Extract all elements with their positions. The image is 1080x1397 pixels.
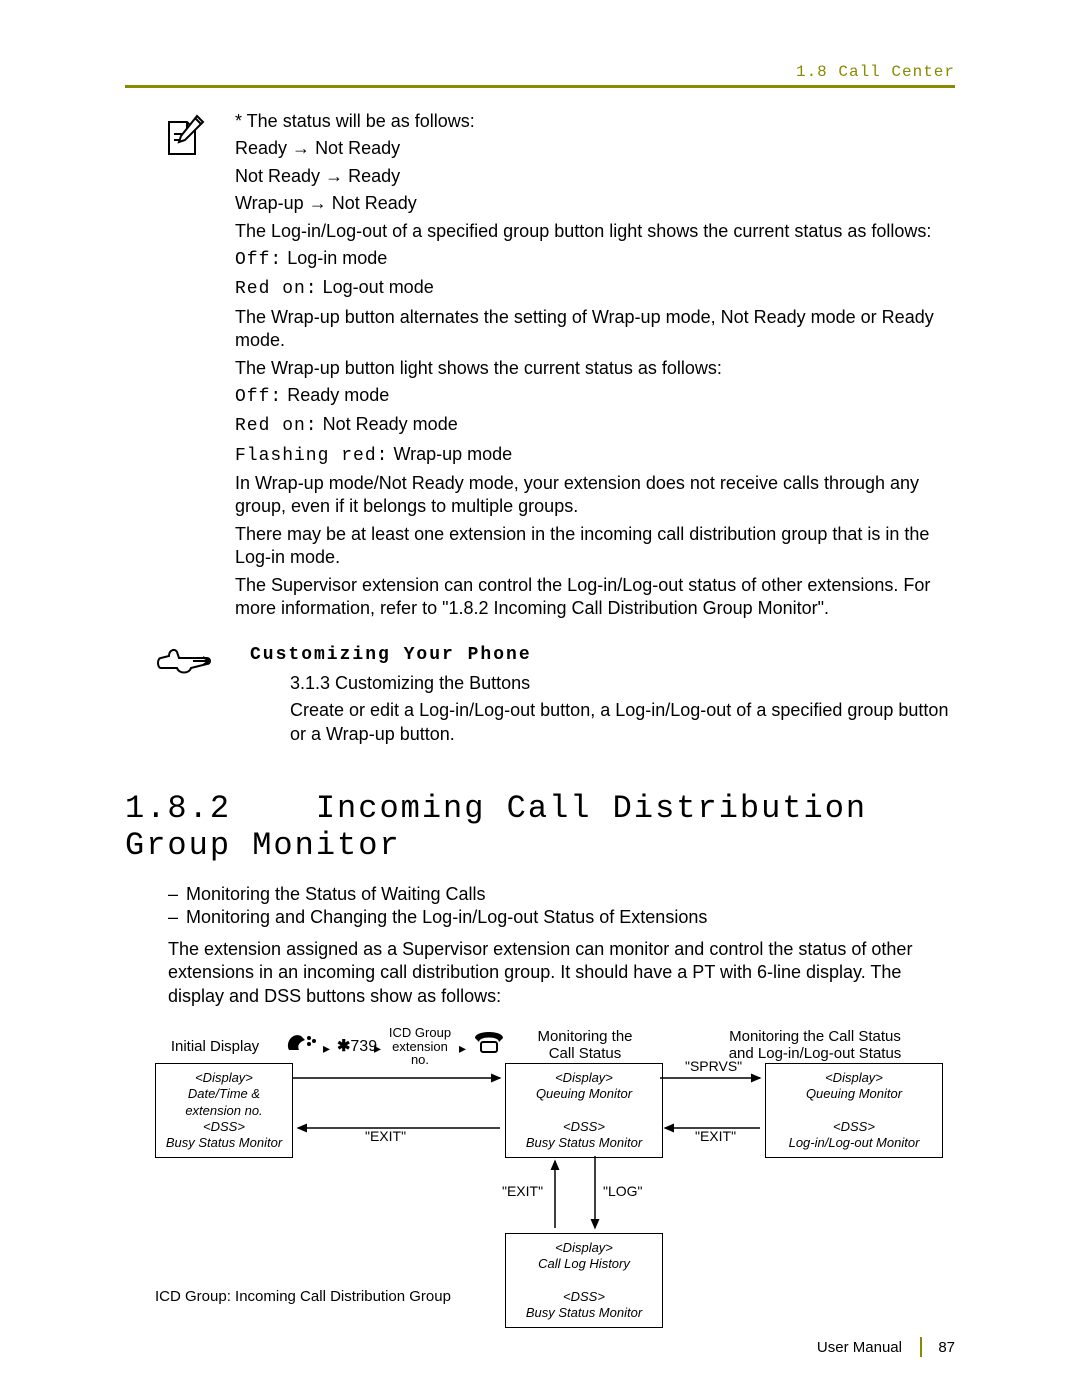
para: In Wrap-up mode/Not Ready mode, your ext… xyxy=(235,472,955,519)
flow-arrow-label: "EXIT" xyxy=(365,1128,406,1144)
status-intro: * The status will be as follows: xyxy=(235,111,475,131)
section-number: 1.8.2 xyxy=(125,790,231,827)
customize-text: Customizing Your Phone 3.1.3 Customizing… xyxy=(235,644,955,750)
section-para: The extension assigned as a Supervisor e… xyxy=(168,938,955,1008)
flow-arrow-label: "LOG" xyxy=(603,1183,643,1199)
para: The Wrap-up button light shows the curre… xyxy=(235,357,955,380)
customize-title: Customizing Your Phone xyxy=(250,644,955,667)
arrow-icon: → xyxy=(292,138,315,158)
flow-arrow-label: "EXIT" xyxy=(502,1183,543,1199)
section-title: Incoming Call Distribution Group Monitor xyxy=(125,790,867,864)
para: The Supervisor extension can control the… xyxy=(235,574,955,621)
flow-diagram: Initial Display ▸ ✱739 ▸ ICD Groupextens… xyxy=(155,1028,955,1348)
page-header: 1.8 Call Center xyxy=(125,63,955,88)
customize-block: Customizing Your Phone 3.1.3 Customizing… xyxy=(155,644,955,750)
customize-line: Create or edit a Log-in/Log-out button, … xyxy=(290,699,955,746)
section-bullets: –Monitoring the Status of Waiting Calls … xyxy=(190,884,955,928)
header-text: 1.8 Call Center xyxy=(796,63,955,81)
point-hand-icon xyxy=(155,644,225,683)
footer-divider xyxy=(920,1337,922,1357)
para: There may be at least one extension in t… xyxy=(235,523,955,570)
section-heading: 1.8.2 Incoming Call Distribution Group M… xyxy=(125,790,955,864)
flow-arrow-label: "SPRVS" xyxy=(685,1058,742,1074)
page-footer: User Manual 87 xyxy=(817,1337,955,1357)
flow-arrow-label: "EXIT" xyxy=(695,1128,736,1144)
footer-page: 87 xyxy=(938,1339,955,1356)
para: The Log-in/Log-out of a specified group … xyxy=(235,220,955,243)
arrow-icon: → xyxy=(325,166,348,186)
footer-label: User Manual xyxy=(817,1339,902,1356)
arrow-icon: → xyxy=(309,193,332,213)
para: The Wrap-up button alternates the settin… xyxy=(235,306,955,353)
flow-note: ICD Group: Incoming Call Distribution Gr… xyxy=(155,1288,451,1305)
note-icon xyxy=(155,110,225,164)
customize-line: 3.1.3 Customizing the Buttons xyxy=(290,672,955,695)
note-block: * The status will be as follows: Ready →… xyxy=(155,110,955,624)
note-text: * The status will be as follows: Ready →… xyxy=(235,110,955,624)
